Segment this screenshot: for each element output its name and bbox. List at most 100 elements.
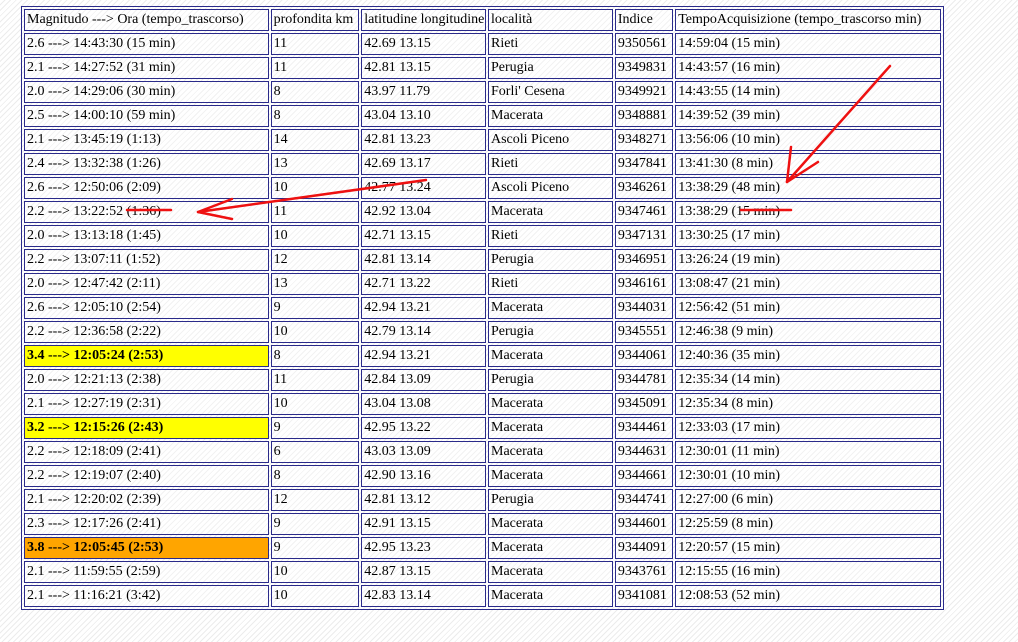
localita-cell: Macerata	[488, 537, 613, 559]
table-row: 2.0 ---> 12:21:13 (2:38) 11 42.84 13.09 Per…	[24, 369, 941, 391]
table-row: 2.3 ---> 12:17:26 (2:41) 9 42.91 13.15 Mace…	[24, 513, 941, 535]
localita-cell: Forli' Cesena	[488, 81, 613, 103]
profondita-cell: 6	[270, 441, 360, 463]
profondita-cell: 10	[270, 585, 360, 607]
localita-cell: Rieti	[488, 225, 613, 247]
magnitudo-ora-cell: 2.2 ---> 12:19:07 (2:40)	[24, 465, 269, 487]
tempo-acquisizione-cell: 14:43:55 (14 min)	[675, 81, 941, 103]
table-row: 2.0 ---> 12:47:42 (2:11) 13 42.71 13.22 Rie…	[24, 273, 941, 295]
indice-cell: 9346261	[614, 177, 674, 199]
table-row: 3.2 ---> 12:15:26 (2:43) 9 42.95 13.22 Mace…	[24, 417, 941, 439]
indice-cell: 9344031	[614, 297, 674, 319]
indice-cell: 9343761	[614, 561, 674, 583]
indice-cell: 9348271	[614, 129, 674, 151]
localita-cell: Macerata	[488, 297, 613, 319]
tempo-acquisizione-cell: 13:41:30 (8 min)	[675, 153, 941, 175]
localita-cell: Perugia	[488, 369, 613, 391]
table-row: 2.0 ---> 14:29:06 (30 min) 8 43.97 11.79 Fo…	[24, 81, 941, 103]
indice-cell: 9344741	[614, 489, 674, 511]
indice-cell: 9344461	[614, 417, 674, 439]
table-row: 2.1 ---> 12:27:19 (2:31) 10 43.04 13.08 Mac…	[24, 393, 941, 415]
col-header-indice: Indice	[614, 9, 674, 31]
profondita-cell: 12	[270, 489, 360, 511]
lat-lon-cell: 42.81 13.23	[361, 129, 486, 151]
localita-cell: Macerata	[488, 513, 613, 535]
localita-cell: Macerata	[488, 105, 613, 127]
magnitudo-ora-cell: 2.2 ---> 12:18:09 (2:41)	[24, 441, 269, 463]
lat-lon-cell: 42.92 13.04	[361, 201, 486, 223]
table-row: 2.4 ---> 13:32:38 (1:26) 13 42.69 13.17 Rie…	[24, 153, 941, 175]
profondita-cell: 8	[270, 105, 360, 127]
profondita-cell: 11	[270, 369, 360, 391]
magnitudo-ora-cell: 2.1 ---> 14:27:52 (31 min)	[24, 57, 269, 79]
indice-cell: 9347131	[614, 225, 674, 247]
localita-cell: Macerata	[488, 417, 613, 439]
table-row: 2.5 ---> 14:00:10 (59 min) 8 43.04 13.10 Ma…	[24, 105, 941, 127]
table-row: 2.1 ---> 13:45:19 (1:13) 14 42.81 13.23 Asc…	[24, 129, 941, 151]
lat-lon-cell: 42.83 13.14	[361, 585, 486, 607]
tempo-acquisizione-cell: 12:46:38 (9 min)	[675, 321, 941, 343]
indice-cell: 9346951	[614, 249, 674, 271]
localita-cell: Macerata	[488, 465, 613, 487]
profondita-cell: 9	[270, 537, 360, 559]
tempo-acquisizione-cell: 12:15:55 (16 min)	[675, 561, 941, 583]
table-row: 2.6 ---> 12:50:06 (2:09) 10 42.77 13.24 Asc…	[24, 177, 941, 199]
tempo-acquisizione-cell: 13:30:25 (17 min)	[675, 225, 941, 247]
tempo-acquisizione-cell: 12:27:00 (6 min)	[675, 489, 941, 511]
tempo-acquisizione-cell: 12:56:42 (51 min)	[675, 297, 941, 319]
tempo-acquisizione-cell: 12:30:01 (10 min)	[675, 465, 941, 487]
indice-cell: 9347841	[614, 153, 674, 175]
tempo-acquisizione-cell: 12:08:53 (52 min)	[675, 585, 941, 607]
localita-cell: Rieti	[488, 153, 613, 175]
profondita-cell: 9	[270, 513, 360, 535]
indice-cell: 9346161	[614, 273, 674, 295]
magnitudo-ora-cell: 3.4 ---> 12:05:24 (2:53)	[24, 345, 269, 367]
magnitudo-ora-cell: 2.2 ---> 12:36:58 (2:22)	[24, 321, 269, 343]
profondita-cell: 14	[270, 129, 360, 151]
profondita-cell: 8	[270, 81, 360, 103]
table-row: 2.2 ---> 13:22:52 (1:36) 11 42.92 13.04 Mac…	[24, 201, 941, 223]
lat-lon-cell: 42.81 13.14	[361, 249, 486, 271]
header-row: Magnitudo ---> Ora (tempo_trascorso) pro…	[24, 9, 941, 31]
lat-lon-cell: 42.87 13.15	[361, 561, 486, 583]
tempo-acquisizione-cell: 12:25:59 (8 min)	[675, 513, 941, 535]
magnitudo-ora-cell: 2.0 ---> 13:13:18 (1:45)	[24, 225, 269, 247]
tempo-acquisizione-cell: 14:59:04 (15 min)	[675, 33, 941, 55]
localita-cell: Perugia	[488, 57, 613, 79]
lat-lon-cell: 43.03 13.09	[361, 441, 486, 463]
localita-cell: Rieti	[488, 33, 613, 55]
indice-cell: 9348881	[614, 105, 674, 127]
localita-cell: Perugia	[488, 249, 613, 271]
lat-lon-cell: 42.81 13.12	[361, 489, 486, 511]
table-row: 2.2 ---> 13:07:11 (1:52) 12 42.81 13.14 Per…	[24, 249, 941, 271]
tempo-acquisizione-cell: 12:40:36 (35 min)	[675, 345, 941, 367]
profondita-cell: 9	[270, 417, 360, 439]
localita-cell: Macerata	[488, 585, 613, 607]
table-row: 2.0 ---> 13:13:18 (1:45) 10 42.71 13.15 Rie…	[24, 225, 941, 247]
lat-lon-cell: 42.84 13.09	[361, 369, 486, 391]
col-header-latlon: latitudine longitudine	[361, 9, 486, 31]
tempo-acquisizione-cell: 13:56:06 (10 min)	[675, 129, 941, 151]
profondita-cell: 13	[270, 273, 360, 295]
lat-lon-cell: 43.97 11.79	[361, 81, 486, 103]
magnitudo-ora-cell: 2.1 ---> 12:20:02 (2:39)	[24, 489, 269, 511]
table-row: 2.2 ---> 12:19:07 (2:40) 8 42.90 13.16 Mace…	[24, 465, 941, 487]
tempo-acquisizione-cell: 12:30:01 (11 min)	[675, 441, 941, 463]
profondita-cell: 11	[270, 33, 360, 55]
table-row: 2.1 ---> 14:27:52 (31 min) 11 42.81 13.15 P…	[24, 57, 941, 79]
table-row: 2.2 ---> 12:18:09 (2:41) 6 43.03 13.09 Mace…	[24, 441, 941, 463]
lat-lon-cell: 43.04 13.10	[361, 105, 486, 127]
profondita-cell: 11	[270, 57, 360, 79]
profondita-cell: 13	[270, 153, 360, 175]
indice-cell: 9344631	[614, 441, 674, 463]
lat-lon-cell: 42.94 13.21	[361, 297, 486, 319]
table-row: 3.4 ---> 12:05:24 (2:53) 8 42.94 13.21 Mace…	[24, 345, 941, 367]
tempo-acquisizione-cell: 12:35:34 (8 min)	[675, 393, 941, 415]
localita-cell: Perugia	[488, 489, 613, 511]
tempo-acquisizione-cell: 12:35:34 (14 min)	[675, 369, 941, 391]
lat-lon-cell: 43.04 13.08	[361, 393, 486, 415]
tempo-acquisizione-cell: 14:43:57 (16 min)	[675, 57, 941, 79]
tempo-acquisizione-cell: 12:20:57 (15 min)	[675, 537, 941, 559]
profondita-cell: 12	[270, 249, 360, 271]
magnitudo-ora-cell: 2.0 ---> 12:47:42 (2:11)	[24, 273, 269, 295]
